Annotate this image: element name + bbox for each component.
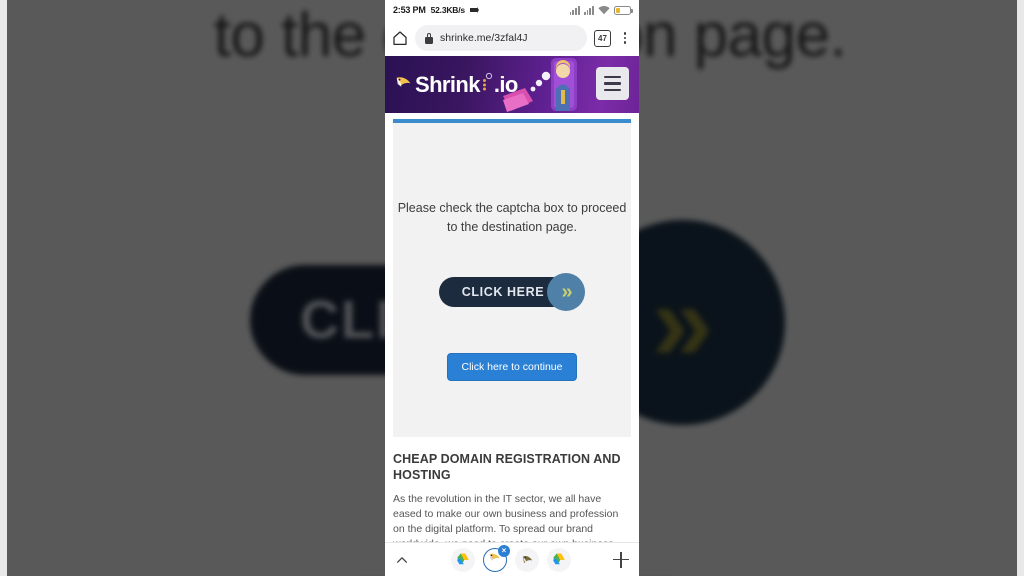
logo-decoration: e	[480, 72, 494, 94]
card-container: Please check the captcha box to proceed …	[385, 113, 639, 437]
continue-button[interactable]: Click here to continue	[446, 353, 578, 381]
click-here-label: CLICK HERE	[461, 285, 545, 299]
article-title: CHEAP DOMAIN REGISTRATION AND HOSTING	[393, 452, 621, 482]
right-letterbox-strip	[1017, 0, 1024, 576]
status-bar: 2:53 PM 52.3KB/s	[385, 0, 639, 20]
tab-shrinke-active[interactable]: ×	[483, 544, 510, 572]
logo-text-part3: .io	[493, 71, 518, 97]
home-icon[interactable]	[392, 30, 408, 46]
browser-toolbar: shrinke.me/3zfal4J 47	[385, 20, 639, 56]
article-section: CHEAP DOMAIN REGISTRATION AND HOSTING As…	[385, 437, 639, 552]
network-speed-label: 52.3KB/s	[430, 5, 466, 15]
wifi-icon	[598, 6, 610, 15]
captcha-message: Please check the captcha box to proceed …	[397, 201, 627, 234]
lock-icon	[425, 32, 433, 44]
phone-screen: 2:53 PM 52.3KB/s shrinke.me/3zfal4J 47 S…	[385, 0, 639, 576]
signal-bars-2-icon	[583, 5, 594, 15]
click-here-button[interactable]: CLICK HERE »	[439, 273, 585, 311]
tab-counter-button[interactable]: 47	[594, 29, 611, 47]
site-logo-text: Shrink e .io	[415, 72, 518, 98]
url-text[interactable]: shrinke.me/3zfal4J	[440, 32, 528, 44]
hamburger-menu-icon[interactable]	[596, 67, 629, 100]
battery-icon	[614, 5, 633, 15]
clock-label: 2:53 PM	[393, 5, 426, 15]
google-drive-icon	[553, 553, 565, 565]
status-bar-right	[569, 5, 633, 15]
logo-text-part1: Shrink	[415, 71, 480, 97]
captcha-card: Please check the captcha box to proceed …	[393, 119, 631, 437]
close-tab-icon[interactable]: ×	[498, 544, 510, 557]
tab-count-label: 47	[598, 33, 607, 43]
tab-eagle[interactable]	[515, 547, 539, 572]
google-drive-icon	[457, 553, 469, 565]
tab-google-drive-1[interactable]	[451, 547, 475, 572]
site-header: Shrink e .io	[385, 56, 639, 113]
signal-bars-icon	[569, 5, 580, 15]
screenshot-root: Please check the captcha box to proceed …	[0, 0, 1024, 576]
click-here-chevron-circle[interactable]: »	[547, 273, 585, 311]
tab-google-drive-2[interactable]	[547, 547, 571, 572]
left-letterbox-strip	[0, 0, 7, 576]
address-bar[interactable]: shrinke.me/3zfal4J	[415, 25, 587, 51]
data-transfer-icon	[469, 7, 479, 13]
plus-icon[interactable]	[613, 551, 629, 568]
status-bar-left: 2:53 PM 52.3KB/s	[393, 5, 570, 15]
kebab-menu-icon[interactable]	[618, 31, 632, 45]
chevron-up-icon[interactable]	[395, 553, 409, 567]
shrinke-bird-logo-icon	[396, 76, 411, 87]
double-chevron-right-icon: »	[561, 281, 572, 303]
eagle-bird-icon	[522, 555, 532, 564]
open-tabs-strip: ×	[451, 544, 571, 572]
site-logo[interactable]: Shrink e .io	[395, 72, 518, 98]
browser-bottom-bar: ×	[385, 542, 639, 576]
